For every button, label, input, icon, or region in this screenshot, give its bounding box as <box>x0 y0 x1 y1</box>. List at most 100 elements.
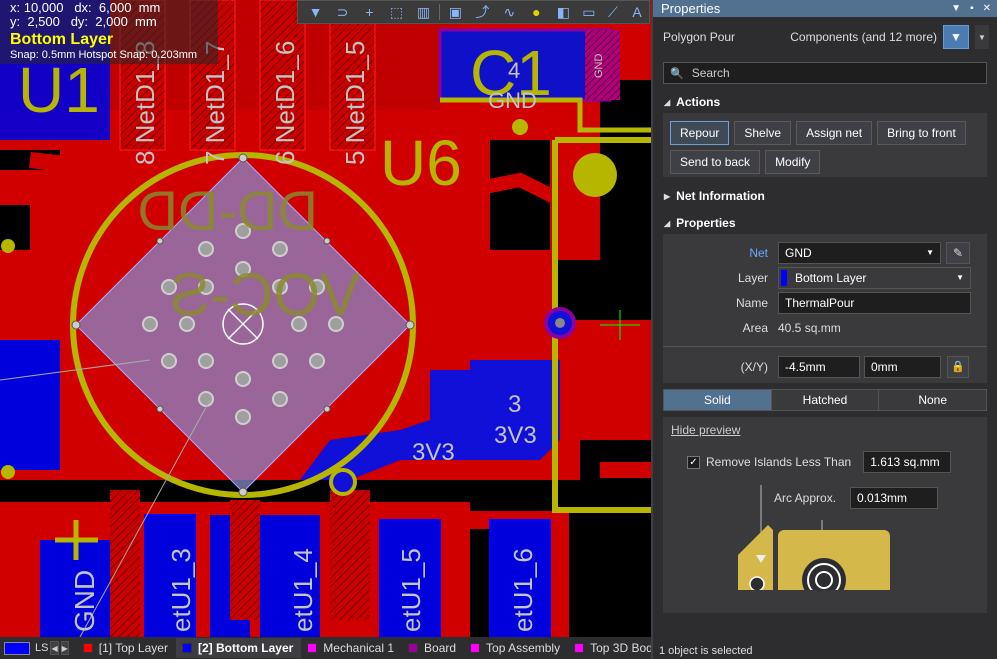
net-dropdown[interactable]: GND ▼ <box>778 241 941 264</box>
pad-label-netu1-5: etU1_5 <box>396 548 426 632</box>
fill-mode-solid[interactable]: Solid <box>664 390 772 410</box>
status-bar: 1 object is selected <box>653 645 997 659</box>
magnet-icon[interactable]: ⊃ <box>329 1 356 23</box>
hud-snap-info: Snap: 0.5mm Hotspot Snap: 0.203mm <box>10 49 198 61</box>
ruler-icon[interactable]: ⟋ <box>601 1 625 23</box>
remove-islands-label: Remove Islands Less Than <box>706 455 852 469</box>
hud-current-layer: Bottom Layer <box>10 31 114 48</box>
pin-icon[interactable]: ● <box>523 1 550 23</box>
layer-tab[interactable]: Top Assembly <box>464 638 568 658</box>
pad-number-3: 3 <box>508 391 521 418</box>
remove-islands-field[interactable]: 1.613 sq.mm <box>863 451 952 473</box>
area-row: Area 40.5 sq.mm <box>663 315 987 340</box>
preview-box: Hide preview ✓ Remove Islands Less Than … <box>663 417 987 613</box>
actions-section-header[interactable]: ◢ Actions <box>653 91 997 113</box>
layer-tab-label: Mechanical 1 <box>323 641 395 655</box>
pcb-canvas[interactable]: U1 C1 U6 8 NetD1_8 7 NetD1_7 6 NetD1_6 5… <box>0 0 651 637</box>
net-information-section-header[interactable]: ▶ Net Information <box>653 185 997 207</box>
pad-label-netu1-4: etU1_4 <box>288 548 318 632</box>
xy-row: (X/Y) -4.5mm 0mm 🔒 <box>663 354 987 379</box>
route-icon[interactable]: ⤴ <box>469 1 496 23</box>
send-to-back-button[interactable]: Send to back <box>670 150 761 174</box>
dropdown-arrow-icon: ▼ <box>956 273 964 282</box>
layer-tab[interactable]: [2] Bottom Layer <box>175 638 302 658</box>
dropdown-arrow-icon: ▼ <box>926 248 934 257</box>
pad-net-gnd-small: GND <box>593 54 605 79</box>
layer-color-swatch <box>82 643 93 653</box>
panel-menu-icon[interactable]: ▼ <box>951 3 961 14</box>
layer-color-swatch <box>408 643 419 653</box>
layer-tab[interactable]: Board <box>402 638 464 658</box>
chart-icon[interactable]: ▥ <box>410 1 437 23</box>
modify-button[interactable]: Modify <box>765 150 821 174</box>
net-picker-icon[interactable]: ✎ <box>946 241 970 264</box>
collapse-arrow-icon: ◢ <box>664 218 671 228</box>
layer-tab[interactable]: Mechanical 1 <box>301 638 402 658</box>
hud-x-readout: x: 10,000 dx: 6,000 mm <box>10 0 161 15</box>
name-label: Name <box>735 295 768 310</box>
remove-islands-row: ✓ Remove Islands Less Than 1.613 sq.mm <box>663 451 987 473</box>
fill-mode-selector: Solid Hatched None <box>663 389 987 411</box>
layer-dropdown[interactable]: Bottom Layer ▼ <box>778 266 971 289</box>
pad-label-netu1-3: etU1_3 <box>166 548 196 632</box>
layers-icon[interactable]: ◧ <box>550 1 577 23</box>
assign-net-button[interactable]: Assign net <box>796 121 873 145</box>
pad-label-netd1-5: 5 NetD1_5 <box>340 41 370 165</box>
object-type: Polygon Pour <box>663 30 736 44</box>
area-label: Area <box>742 320 768 335</box>
layer-tab-label: Top Assembly <box>486 641 561 655</box>
filter-button[interactable]: ▼ <box>943 25 969 49</box>
layer-label: Layer <box>737 270 768 285</box>
remove-islands-checkbox[interactable]: ✓ <box>687 455 700 469</box>
text-box-icon[interactable]: ▭ <box>577 1 601 23</box>
search-input[interactable]: 🔍 Search <box>663 62 987 84</box>
chip-icon[interactable]: ▣ <box>442 1 469 23</box>
filter-icon: ▼ <box>950 30 962 44</box>
panel-title-bar: Properties ▼ ▪ ✕ <box>653 0 997 17</box>
filter-dropdown-icon[interactable]: ▼ <box>975 25 989 49</box>
hud-y-readout: y: 2,500 dy: 2,000 mm <box>10 14 157 29</box>
select-rect-icon[interactable]: ⬚ <box>383 1 410 23</box>
layer-set-button[interactable]: LS <box>4 640 48 656</box>
scroll-left-icon[interactable]: ◀ <box>50 641 59 655</box>
layer-color-swatch <box>781 269 787 286</box>
crosshair-icon[interactable]: + <box>356 1 383 23</box>
silk-mirrored-text-1: DD-DD <box>138 179 318 242</box>
text-icon[interactable]: A <box>625 1 649 23</box>
xy-label: (X/Y) <box>740 359 768 374</box>
close-icon[interactable]: ✕ <box>983 3 991 14</box>
layer-tab[interactable]: [1] Top Layer <box>77 638 176 658</box>
y-field[interactable]: 0mm <box>864 355 941 378</box>
net-row: Net GND ▼ ✎ <box>663 240 987 265</box>
area-value: 40.5 sq.mm <box>778 320 841 335</box>
components-filter-label[interactable]: Components (and 12 more) <box>790 30 937 44</box>
expand-arrow-icon: ▶ <box>664 191 671 201</box>
pcb-drawing[interactable]: U1 C1 U6 8 NetD1_8 7 NetD1_7 6 NetD1_6 5… <box>0 0 651 637</box>
x-field[interactable]: -4.5mm <box>778 355 860 378</box>
name-row: Name ThermalPour <box>663 290 987 315</box>
wave-icon[interactable]: ∿ <box>496 1 523 23</box>
lock-icon[interactable]: 🔒 <box>947 355 969 378</box>
layer-color-swatch <box>574 643 585 653</box>
filter-icon[interactable]: ▼ <box>302 1 329 23</box>
collapse-arrow-icon: ◢ <box>664 97 671 107</box>
repour-button[interactable]: Repour <box>670 121 730 145</box>
pin-panel-icon[interactable]: ▪ <box>970 3 974 14</box>
actions-row-1: Repour Shelve Assign net Bring to front <box>663 121 987 145</box>
fill-mode-none[interactable]: None <box>879 390 987 410</box>
fill-mode-hatched[interactable]: Hatched <box>771 390 880 410</box>
layer-tab-list: [1] Top Layer [2] Bottom Layer Mechanical … <box>77 638 667 658</box>
properties-section-header[interactable]: ◢ Properties <box>653 212 997 234</box>
name-field[interactable]: ThermalPour <box>778 291 971 314</box>
shelve-button[interactable]: Shelve <box>734 121 792 145</box>
designator-u1: U1 <box>18 54 100 126</box>
object-filter-row: Polygon Pour Components (and 12 more) ▼ … <box>653 17 997 57</box>
layer-tab-label: Board <box>424 641 457 655</box>
hide-preview-link[interactable]: Hide preview <box>663 417 987 437</box>
silk-mirrored-text-2: VOC-S <box>170 261 360 328</box>
layer-tab-label: Top 3D Body <box>590 641 659 655</box>
pad-label-netu1-6: etU1_6 <box>508 548 538 632</box>
scroll-right-icon[interactable]: ▶ <box>60 641 69 655</box>
net-label[interactable]: Net <box>663 246 778 260</box>
bring-to-front-button[interactable]: Bring to front <box>877 121 966 145</box>
